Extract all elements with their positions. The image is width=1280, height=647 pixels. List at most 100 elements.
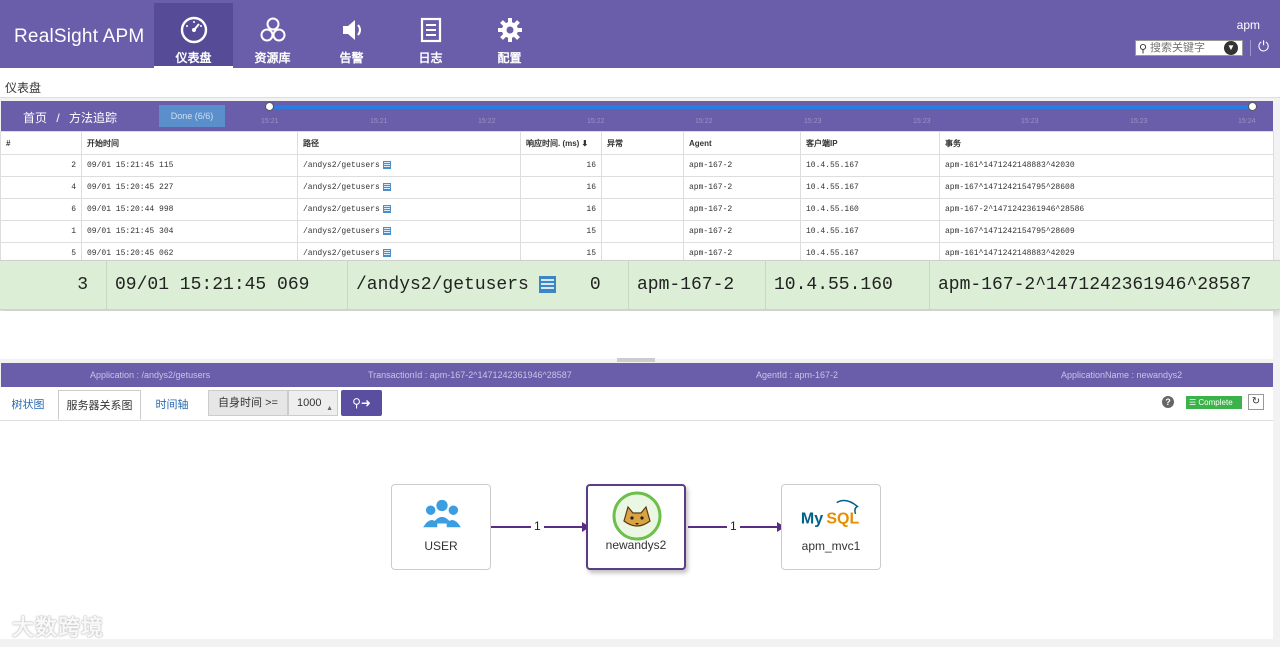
nav-item-settings[interactable]: 配置	[470, 3, 549, 68]
document-icon[interactable]	[382, 248, 391, 257]
document-icon[interactable]	[382, 226, 391, 235]
timeline-tick: 15:24	[1238, 118, 1256, 125]
self-time-value: 1000	[297, 397, 322, 409]
timeline-start-handle[interactable]	[265, 102, 274, 111]
path-text: /andys2/getusers	[303, 183, 380, 193]
timeline-tick: 15:23	[1021, 118, 1039, 125]
table-row[interactable]: 2 09/01 15:21:45 115 /andys2/getusers 16…	[0, 154, 1274, 177]
edge-count: 1	[727, 519, 740, 533]
timeline-tick: 15:22	[587, 118, 605, 125]
search-go-button[interactable]: ⚲➜	[341, 390, 382, 416]
document-icon[interactable]	[382, 182, 391, 191]
breadcrumb-home[interactable]: 首页	[23, 111, 47, 125]
cell-exception	[601, 220, 684, 243]
column-header-client-ip[interactable]: 客户端IP	[800, 131, 940, 155]
nav-item-alerts[interactable]: 告警	[312, 3, 391, 68]
nav-label: 仪表盘	[175, 51, 212, 65]
timeline-tick: 15:22	[478, 118, 496, 125]
cell-agent: apm-167-2	[683, 176, 801, 199]
cell-exception	[601, 154, 684, 177]
done-button[interactable]: Done (6/6)	[159, 105, 225, 127]
column-header-agent[interactable]: Agent	[683, 131, 801, 155]
tab-tree-view[interactable]: 树状图	[4, 390, 52, 420]
cell-transaction: apm-161^1471242148883^42030	[939, 154, 1274, 177]
document-icon[interactable]	[538, 275, 556, 293]
self-time-input[interactable]: 1000▲▼	[288, 390, 338, 436]
cell-index: 6	[0, 198, 82, 221]
users-icon	[423, 499, 461, 528]
column-header-path[interactable]: 路径	[297, 131, 521, 155]
cell-transaction: apm-167-2^1471242361946^28586	[939, 198, 1274, 221]
mysql-icon: My SQL	[801, 499, 859, 527]
nav-label: 告警	[339, 51, 364, 65]
timeline-tick: 15:21	[370, 118, 388, 125]
gear-icon	[497, 18, 522, 42]
page-title: 仪表盘	[0, 68, 1280, 98]
complete-badge: ☰ Complete	[1186, 396, 1242, 409]
cell-transaction: apm-167^1471242154795^28608	[939, 176, 1274, 199]
column-header-start-time[interactable]: 开始时间	[81, 131, 298, 155]
transaction-info-bar: Application : /andys2/getusers Transacti…	[1, 363, 1273, 387]
node-label: USER	[424, 539, 458, 553]
table-row[interactable]: 4 09/01 15:20:45 227 /andys2/getusers 16…	[0, 176, 1274, 199]
breadcrumb: 首页 / 方法追踪	[23, 109, 117, 126]
column-header-index[interactable]: #	[0, 131, 82, 155]
cell-start-time: 09/01 15:21:45 304	[81, 220, 298, 243]
cell-client-ip: 10.4.55.167	[800, 154, 940, 177]
selected-row-magnified[interactable]: 3 09/01 15:21:45 069 /andys2/getusers 0 a…	[0, 260, 1280, 310]
app-logo[interactable]: RealSight APM	[14, 26, 144, 48]
node-apm-mvc1[interactable]: My SQL apm_mvc1	[781, 484, 881, 570]
table-row[interactable]: 6 09/01 15:20:44 998 /andys2/getusers 16…	[0, 198, 1274, 221]
complete-text: Complete	[1198, 398, 1233, 407]
info-application: Application : /andys2/getusers	[90, 370, 211, 380]
cell-response-time: 16	[520, 198, 602, 221]
table-empty-area	[0, 311, 1273, 359]
path-text: /andys2/getusers	[303, 227, 380, 237]
column-header-response-time[interactable]: 响应时间. (ms) ⬇	[520, 131, 602, 155]
help-icon[interactable]: ?	[1162, 396, 1174, 408]
timeline-slider[interactable]: 15:21 15:21 15:22 15:22 15:22 15:23 15:2…	[261, 102, 1257, 125]
column-header-transaction[interactable]: 事务	[939, 131, 1274, 155]
column-header-exception[interactable]: 异常	[601, 131, 684, 155]
timeline-end-handle[interactable]	[1248, 102, 1257, 111]
cell-response-time: 15	[520, 220, 602, 243]
nav-item-resources[interactable]: 资源库	[233, 3, 312, 68]
info-agent-id: AgentId : apm-167-2	[756, 370, 839, 380]
cell-path: /andys2/getusers	[297, 220, 521, 243]
path-text: /andys2/getusers	[303, 249, 380, 259]
main-nav: 仪表盘 资源库 告警 日志 配置	[154, 3, 549, 68]
user-name[interactable]: apm	[1237, 18, 1260, 32]
resize-handle[interactable]	[617, 358, 655, 362]
nav-item-logs[interactable]: 日志	[391, 3, 470, 68]
divider	[1250, 40, 1251, 56]
nav-label: 配置	[497, 51, 522, 65]
cell-start-time: 09/01 15:20:45 227	[81, 176, 298, 199]
external-link-icon[interactable]: ↻	[1248, 394, 1264, 410]
cell-agent: apm-167-2	[683, 198, 801, 221]
node-label: newandys2	[605, 538, 667, 552]
document-icon[interactable]	[382, 160, 391, 169]
tab-server-map[interactable]: 服务器关系图	[58, 390, 141, 420]
cell-path: /andys2/getusers 0	[348, 261, 629, 309]
svg-text:My: My	[801, 510, 823, 527]
info-transaction-id: TransactionId : apm-167-2^1471242361946^…	[368, 370, 572, 380]
cell-index: 3	[0, 261, 107, 309]
node-user[interactable]: USER	[391, 484, 491, 570]
search-arrow-icon: ⚲➜	[352, 396, 371, 410]
cell-client-ip: 10.4.55.167	[800, 220, 940, 243]
server-map-canvas: USER 1 newandys2 1 My SQL apm_mvc1	[0, 421, 1273, 639]
node-newandys2[interactable]: newandys2	[586, 484, 686, 570]
power-icon[interactable]: ⏻	[1258, 38, 1269, 55]
table-row[interactable]: 1 09/01 15:21:45 304 /andys2/getusers 15…	[0, 220, 1274, 243]
search-input[interactable]	[1150, 42, 1224, 54]
path-text: /andys2/getusers	[356, 275, 529, 295]
timeline-tick: 15:23	[804, 118, 822, 125]
document-icon[interactable]	[382, 204, 391, 213]
dashboard-icon	[180, 16, 207, 44]
nav-item-dashboard[interactable]: 仪表盘	[154, 3, 233, 68]
cell-client-ip: 10.4.55.167	[800, 176, 940, 199]
filter-icon[interactable]: ▼	[1224, 41, 1238, 55]
nav-label: 日志	[418, 51, 443, 65]
tab-timeline[interactable]: 时间轴	[148, 390, 196, 420]
cell-path: /andys2/getusers	[297, 154, 521, 177]
